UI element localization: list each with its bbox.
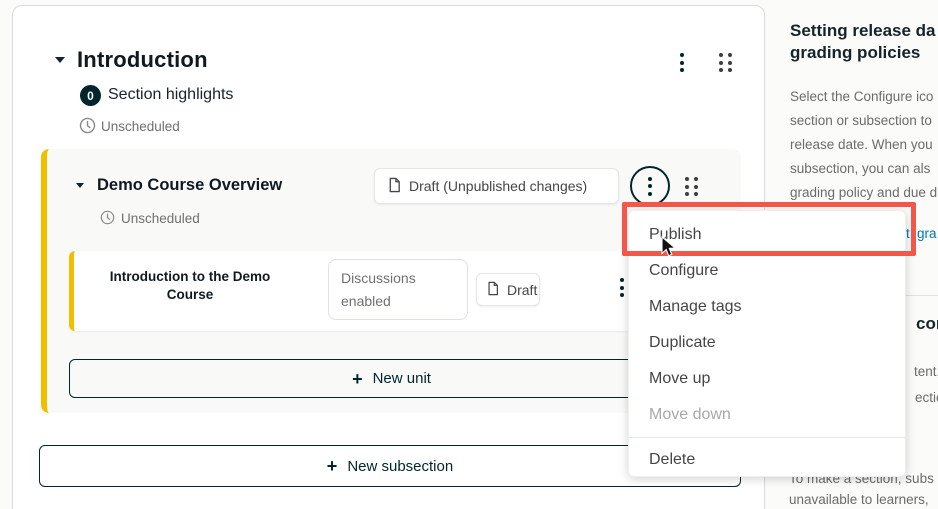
- sidebar-body-line: Select the Configure ico: [790, 89, 933, 104]
- unit-kebab-menu-icon[interactable]: [620, 278, 624, 297]
- subsection-collapse-caret-icon[interactable]: [76, 183, 84, 188]
- plus-icon: +: [327, 457, 338, 475]
- subsection-drag-handle-icon[interactable]: [685, 177, 698, 196]
- subsection-title: Demo Course Overview: [97, 176, 282, 195]
- section-schedule-text: Unscheduled: [101, 119, 180, 134]
- clock-icon: [79, 117, 96, 134]
- subsection-schedule-text: Unscheduled: [121, 211, 200, 226]
- section-title: Introduction: [77, 47, 208, 73]
- subsection-status-badge: Draft (Unpublished changes): [374, 168, 619, 204]
- sidebar-body-line: release date. When you: [790, 137, 933, 152]
- sidebar-link-fragment[interactable]: gra: [917, 226, 937, 241]
- section-kebab-menu-icon[interactable]: [680, 53, 684, 72]
- new-subsection-label: New subsection: [347, 458, 453, 475]
- clock-icon: [100, 210, 115, 225]
- menu-item-move-up[interactable]: Move up: [629, 361, 905, 397]
- unit-status-badge: Draft: [476, 273, 540, 306]
- sidebar-heading-line-2: grading policies: [790, 42, 920, 64]
- section-collapse-caret-icon[interactable]: [55, 57, 65, 63]
- menu-item-manage-tags[interactable]: Manage tags: [629, 289, 905, 325]
- menu-item-move-down: Move down: [629, 397, 905, 433]
- sidebar-body-line: subsection, you can als: [790, 161, 930, 176]
- section-drag-handle-icon[interactable]: [719, 53, 732, 72]
- draft-file-icon: [486, 281, 500, 299]
- sidebar-footer-line: unavailable to learners,: [789, 492, 929, 507]
- new-unit-button[interactable]: + New unit: [69, 359, 714, 398]
- sidebar-heading2-fragment: con: [916, 313, 938, 335]
- sidebar-body-line: section or subsection to: [790, 113, 932, 128]
- menu-item-duplicate[interactable]: Duplicate: [629, 325, 905, 361]
- plus-icon: +: [352, 370, 363, 388]
- section-highlights-button[interactable]: Section highlights: [108, 86, 233, 104]
- mouse-cursor-icon: [660, 236, 677, 263]
- draft-file-icon: [387, 177, 402, 196]
- unit-title[interactable]: Introduction to the Demo Course: [104, 268, 276, 304]
- sidebar-heading-line-1: Setting release da: [790, 20, 936, 42]
- sidebar-body-fragment: ectio: [915, 390, 938, 405]
- menu-item-delete[interactable]: Delete: [629, 442, 905, 478]
- kebab-icon: [648, 177, 652, 196]
- section-highlights-count-badge: 0: [80, 85, 101, 106]
- subsection-kebab-menu-button[interactable]: [630, 166, 670, 206]
- menu-divider: [629, 437, 905, 438]
- unit-discussions-note: Discussions enabled: [328, 259, 468, 320]
- unit-status-label: Draft: [507, 282, 537, 298]
- subsection-status-label: Draft (Unpublished changes): [409, 178, 587, 194]
- sidebar-body-fragment: tent,: [914, 364, 938, 379]
- new-unit-label: New unit: [373, 370, 431, 387]
- sidebar-body-line: grading policy and due d: [790, 185, 937, 200]
